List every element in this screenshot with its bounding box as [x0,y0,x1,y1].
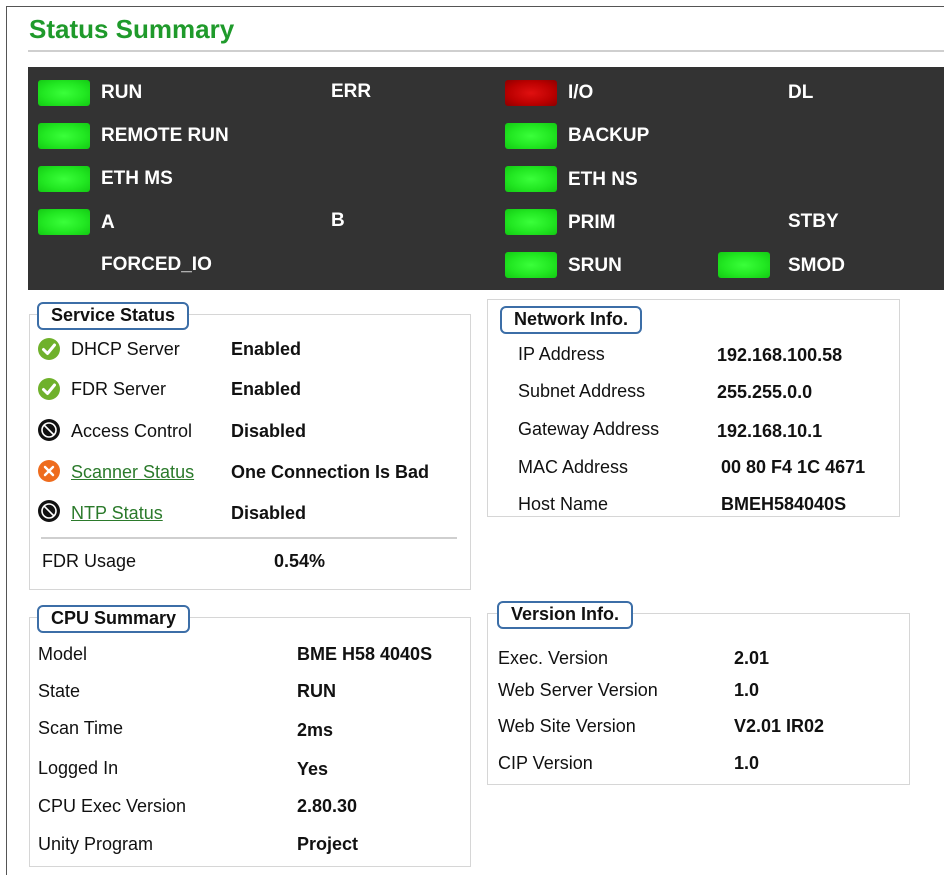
check-icon [38,378,60,400]
state-value: RUN [297,681,336,701]
a-label: A [101,212,115,233]
stby-label: STBY [788,211,839,232]
dhcp-server-value: Enabled [231,339,302,359]
eth-ns-label: ETH NS [568,169,638,190]
service-status-title: Service Status [37,302,190,330]
scan-time-value: 2ms [297,720,334,740]
backup-led [505,123,557,149]
cpu-summary-title: CPU Summary [37,605,191,633]
cpu-exec-version-value: 2.80.30 [297,796,358,816]
access-control-value: Disabled [231,421,307,441]
smod-label: SMOD [788,255,845,276]
a-led [38,209,90,235]
ip-address-label: IP Address [518,344,605,364]
err-label: ERR [331,81,372,102]
srun-led [505,252,557,278]
io-led [505,80,557,106]
fdr-usage-value: 0.54% [274,551,326,571]
web-site-version-value: V2.01 IR02 [734,716,825,736]
network-info-title: Network Info. [500,306,643,334]
forced-io-label: FORCED_IO [101,254,212,275]
unity-program-value: Project [297,834,359,854]
smod-led [718,252,770,278]
logged-in-value: Yes [297,759,329,779]
version-info-title: Version Info. [497,601,634,629]
fdr-server-value: Enabled [231,379,302,399]
disabled-icon [38,419,60,441]
cip-version-label: CIP Version [498,753,593,773]
logged-in-label: Logged In [38,758,119,778]
scan-time-label: Scan Time [38,718,124,738]
cip-version-value: 1.0 [734,753,760,773]
scanner-status-value: One Connection Is Bad [231,462,430,482]
run-led [38,80,90,106]
remote-run-label: REMOTE RUN [101,125,229,146]
host-name-value: BMEH584040S [721,494,847,514]
host-name-label: Host Name [518,494,609,514]
access-control-label: Access Control [71,421,193,441]
web-site-version-label: Web Site Version [498,716,636,736]
model-value: BME H58 4040S [297,644,433,664]
fdr-usage-label: FDR Usage [42,551,137,571]
mac-address-label: MAC Address [518,457,629,477]
eth-ms-led [38,166,90,192]
cpu-exec-version-label: CPU Exec Version [38,796,187,816]
led-panel: RUN ERR I/O DL REMOTE RUN BACKUP ETH MS … [28,67,944,290]
fdr-server-label: FDR Server [71,379,167,399]
unity-program-label: Unity Program [38,834,154,854]
io-label: I/O [568,82,594,103]
eth-ms-label: ETH MS [101,168,173,189]
gateway-address-value: 192.168.10.1 [717,421,823,441]
dhcp-server-label: DHCP Server [71,339,180,359]
subnet-address-value: 255.255.0.0 [717,382,813,402]
remote-run-led [38,123,90,149]
prim-label: PRIM [568,212,616,233]
gateway-address-label: Gateway Address [518,419,660,439]
run-label: RUN [101,82,143,103]
exec-version-label: Exec. Version [498,648,609,668]
model-label: Model [38,644,88,664]
mac-address-value: 00 80 F4 1C 4671 [721,457,866,477]
web-server-version-label: Web Server Version [498,680,658,700]
ntp-status-link[interactable]: NTP Status [71,503,163,524]
exec-version-value: 2.01 [734,648,770,668]
web-server-version-value: 1.0 [734,680,760,700]
ntp-status-value: Disabled [231,503,307,523]
error-x-icon [38,460,60,482]
prim-led [505,209,557,235]
disabled-icon [38,500,60,522]
scanner-status-link[interactable]: Scanner Status [71,462,194,483]
srun-label: SRUN [568,255,622,276]
subnet-address-label: Subnet Address [518,381,646,401]
dl-label: DL [788,82,814,103]
title-divider [28,50,944,52]
ip-address-value: 192.168.100.58 [717,345,843,365]
service-divider [41,537,457,539]
state-label: State [38,681,81,701]
eth-ns-led [505,166,557,192]
backup-label: BACKUP [568,125,650,146]
check-icon [38,338,60,360]
b-label: B [331,210,345,231]
page-title: Status Summary [29,14,235,44]
